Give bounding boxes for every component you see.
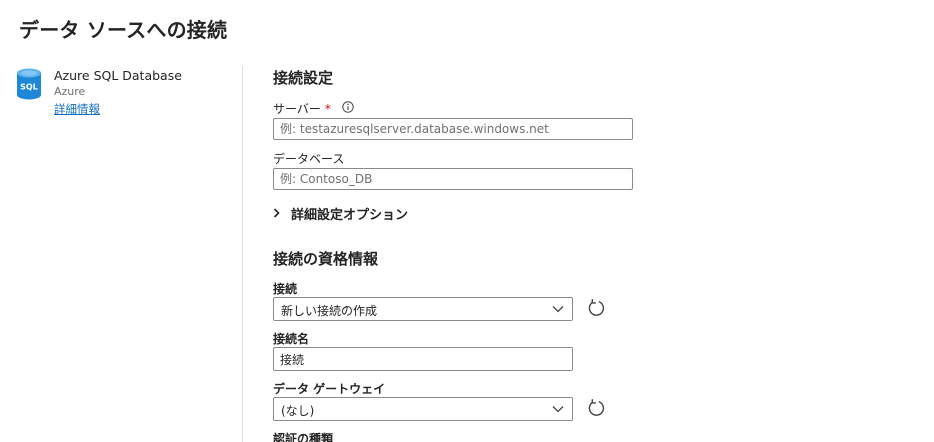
vertical-divider xyxy=(242,66,243,442)
connection-dropdown[interactable]: 新しい接続の作成 xyxy=(273,297,573,321)
info-icon[interactable] xyxy=(342,101,354,113)
connection-name-label: 接続名 xyxy=(273,332,310,346)
connection-label: 接続 xyxy=(273,282,298,296)
chevron-right-icon xyxy=(273,208,280,218)
connection-name-input[interactable] xyxy=(273,347,573,371)
data-gateway-selected-value: (なし) xyxy=(281,404,315,418)
auth-type-label: 認証の種類 xyxy=(273,432,334,442)
server-input[interactable] xyxy=(273,118,633,140)
server-label: サーバー * xyxy=(273,100,331,117)
connect-data-source-page: データ ソースへの接続 SQL Azure SQL Database Azure… xyxy=(0,0,934,442)
server-label-text: サーバー xyxy=(273,102,321,116)
connector-category: Azure xyxy=(54,85,86,98)
sql-database-icon: SQL xyxy=(17,68,41,100)
sql-icon-label: SQL xyxy=(20,83,38,92)
connection-selected-value: 新しい接続の作成 xyxy=(281,304,378,318)
required-mark: * xyxy=(324,102,331,116)
advanced-options-label: 詳細設定オプション xyxy=(291,208,409,223)
refresh-icon[interactable] xyxy=(586,298,606,318)
refresh-icon[interactable] xyxy=(586,398,606,418)
data-gateway-label: データ ゲートウェイ xyxy=(273,382,386,396)
database-input[interactable] xyxy=(273,168,633,190)
data-gateway-dropdown[interactable]: (なし) xyxy=(273,397,573,421)
connector-name: Azure SQL Database xyxy=(54,68,182,83)
learn-more-link[interactable]: 詳細情報 xyxy=(54,101,100,117)
credentials-heading: 接続の資格情報 xyxy=(273,250,379,268)
chevron-down-icon xyxy=(552,306,564,313)
chevron-down-icon xyxy=(552,406,564,413)
page-title: データ ソースへの接続 xyxy=(19,18,228,42)
database-label: データベース xyxy=(273,152,345,166)
connection-settings-heading: 接続設定 xyxy=(273,69,334,87)
